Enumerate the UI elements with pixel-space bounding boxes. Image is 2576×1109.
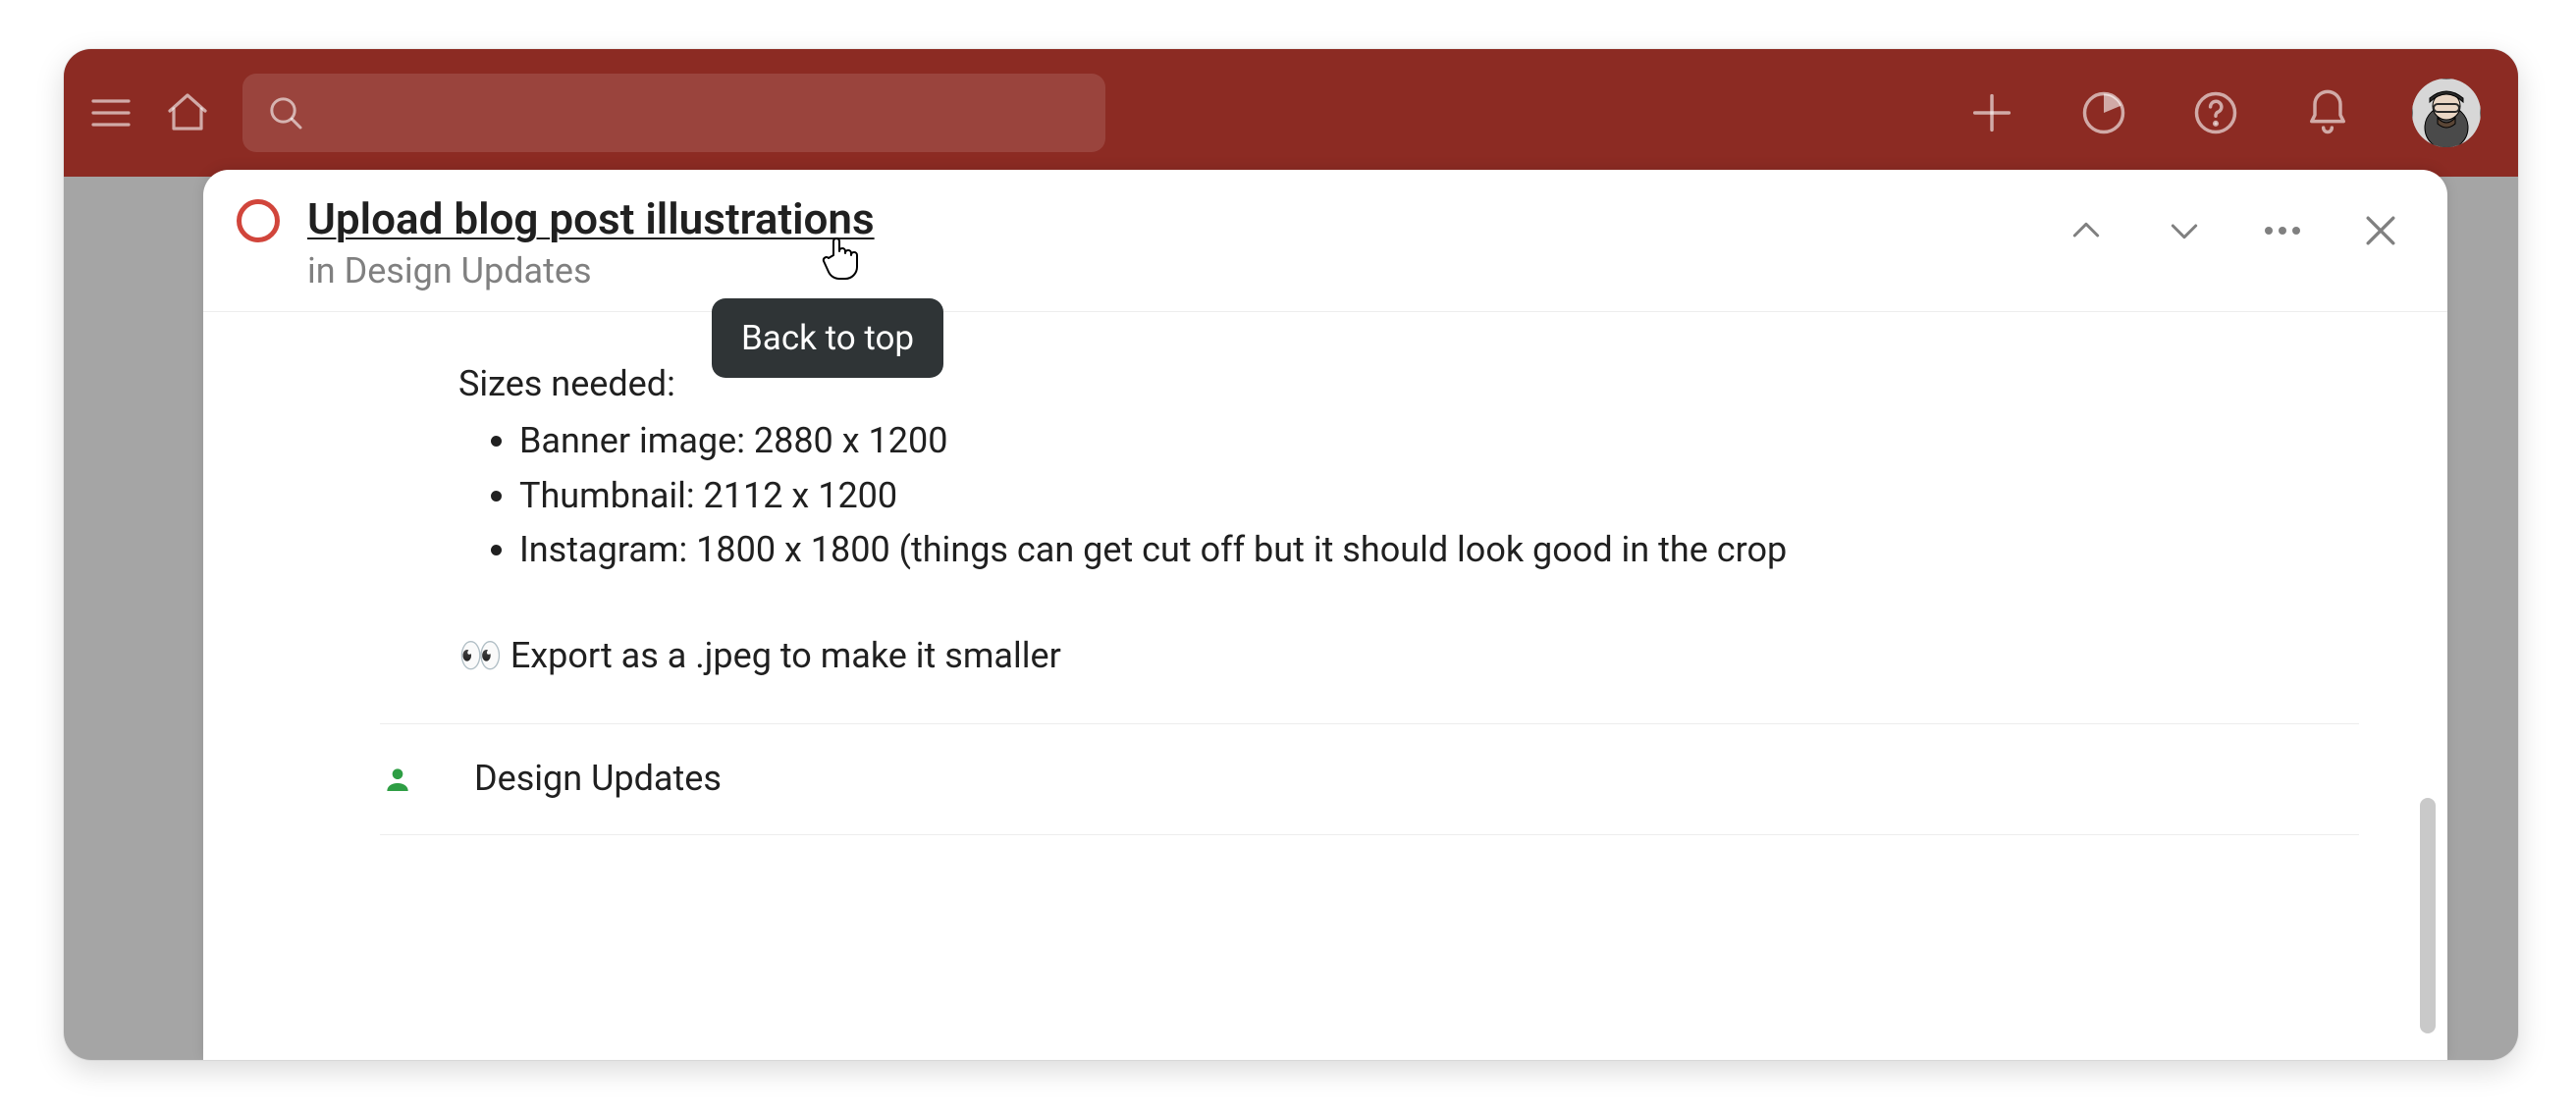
tooltip-back-to-top: Back to top (712, 298, 943, 378)
task-context-project: Design Updates (345, 250, 592, 291)
description-note-text: Export as a .jpeg to make it smaller (510, 635, 1061, 676)
divider (380, 834, 2359, 835)
task-context[interactable]: in Design Updates (307, 250, 875, 291)
panel-header-actions (2063, 193, 2404, 254)
task-description[interactable]: Sizes needed: Banner image: 2880 x 1200 … (203, 312, 2447, 1060)
home-icon[interactable] (160, 85, 215, 140)
list-item: Thumbnail: 2112 x 1200 (519, 471, 2359, 522)
chevron-down-icon (2165, 211, 2204, 250)
list-item: Instagram: 1800 x 1800 (things can get c… (519, 525, 2359, 576)
add-icon[interactable] (1964, 85, 2019, 140)
notifications-icon[interactable] (2300, 85, 2355, 140)
description-note: 👀Export as a .jpeg to make it smaller (458, 631, 2359, 682)
productivity-icon[interactable] (2076, 85, 2131, 140)
pointer-cursor-icon (820, 232, 863, 287)
help-icon[interactable] (2188, 85, 2243, 140)
description-list: Banner image: 2880 x 1200 Thumbnail: 211… (458, 416, 2359, 576)
scrollbar-thumb[interactable] (2420, 798, 2436, 1033)
chevron-up-icon (2066, 211, 2106, 250)
search-field[interactable] (325, 95, 1082, 132)
task-checkbox[interactable] (237, 199, 280, 242)
more-actions-button[interactable] (2259, 207, 2306, 254)
eyes-emoji: 👀 (458, 635, 503, 676)
task-context-prefix: in (307, 250, 345, 291)
project-label: Design Updates (474, 754, 722, 805)
project-row[interactable]: Design Updates (380, 724, 2359, 834)
task-detail-panel: Upload blog post illustrations in Design… (203, 170, 2447, 1060)
topbar (64, 49, 2518, 177)
person-icon (380, 764, 415, 795)
menu-icon[interactable] (83, 85, 138, 140)
previous-task-button[interactable] (2063, 207, 2110, 254)
topbar-right (1964, 79, 2498, 147)
close-icon (2359, 209, 2402, 252)
list-item: Banner image: 2880 x 1200 (519, 416, 2359, 467)
search-input[interactable] (242, 74, 1105, 152)
task-title[interactable]: Upload blog post illustrations (307, 193, 875, 244)
next-task-button[interactable] (2161, 207, 2208, 254)
more-horizontal-icon (2259, 207, 2306, 254)
search-icon (266, 93, 305, 132)
close-button[interactable] (2357, 207, 2404, 254)
avatar[interactable] (2412, 79, 2481, 147)
panel-header: Upload blog post illustrations in Design… (203, 170, 2447, 312)
app-window: Upload blog post illustrations in Design… (64, 49, 2518, 1060)
